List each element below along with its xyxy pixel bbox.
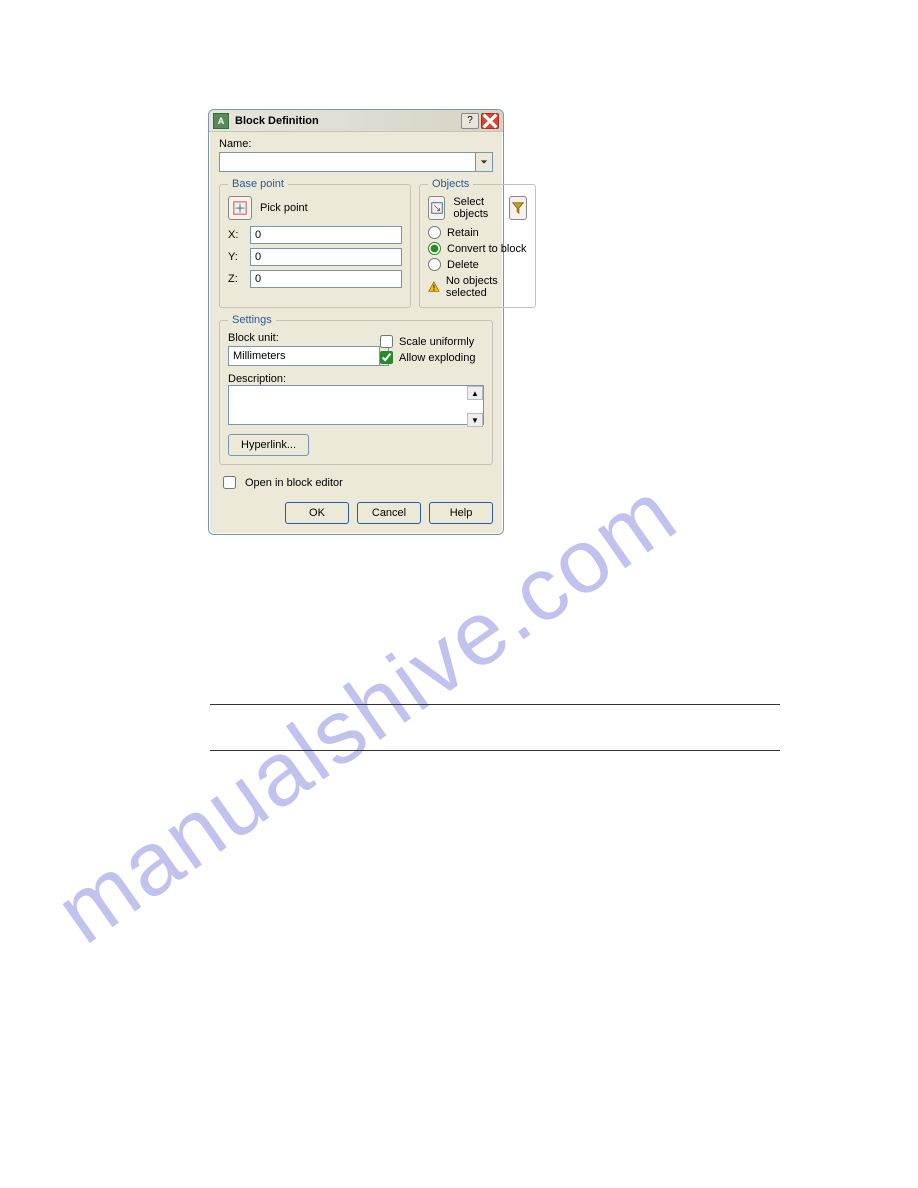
z-label: Z: (228, 273, 242, 285)
dialog-title: Block Definition (235, 115, 455, 127)
close-icon (482, 113, 498, 129)
convert-radio[interactable] (428, 242, 441, 255)
scale-uniformly-label: Scale uniformly (399, 336, 474, 348)
watermark-text: manualshive.com (39, 461, 696, 964)
select-objects-label: Select objects (453, 196, 501, 220)
page-divider (210, 750, 780, 751)
chevron-down-icon (480, 158, 488, 166)
pick-point-label: Pick point (260, 202, 308, 214)
delete-radio[interactable] (428, 258, 441, 271)
allow-exploding-checkbox[interactable] (380, 351, 393, 364)
allow-exploding-label: Allow exploding (399, 352, 475, 364)
convert-label: Convert to block (447, 243, 526, 255)
scroll-down-button[interactable]: ▼ (467, 413, 483, 427)
titlebar[interactable]: A Block Definition ? (209, 110, 503, 132)
help-button[interactable]: Help (429, 502, 493, 524)
select-icon (430, 201, 444, 215)
x-label: X: (228, 229, 242, 241)
description-textarea[interactable] (228, 385, 484, 425)
name-label: Name: (219, 138, 493, 150)
cancel-button[interactable]: Cancel (357, 502, 421, 524)
select-objects-button[interactable] (428, 196, 445, 220)
open-block-editor-label: Open in block editor (245, 477, 343, 489)
quick-select-button[interactable] (509, 196, 526, 220)
objects-group: Objects Select objects (419, 178, 536, 308)
objects-legend: Objects (428, 178, 473, 190)
retain-label: Retain (447, 227, 479, 239)
delete-label: Delete (447, 259, 479, 271)
settings-legend: Settings (228, 314, 276, 326)
y-label: Y: (228, 251, 242, 263)
settings-group: Settings Block unit: Scale uniformly (219, 314, 493, 465)
name-dropdown-button[interactable] (475, 152, 493, 172)
filter-icon (511, 201, 525, 215)
warning-icon (428, 280, 440, 294)
base-point-legend: Base point (228, 178, 288, 190)
name-combobox[interactable] (219, 152, 493, 172)
block-unit-combobox[interactable] (228, 346, 360, 366)
block-unit-input[interactable] (228, 346, 379, 366)
close-title-button[interactable] (481, 113, 499, 129)
pick-point-button[interactable] (228, 196, 252, 220)
retain-radio[interactable] (428, 226, 441, 239)
block-unit-label: Block unit: (228, 332, 360, 344)
block-definition-dialog: A Block Definition ? Name: Base point (208, 109, 504, 535)
help-title-button[interactable]: ? (461, 113, 479, 129)
scroll-up-button[interactable]: ▲ (467, 386, 483, 400)
base-point-group: Base point Pick point X: Y: (219, 178, 411, 308)
ok-button[interactable]: OK (285, 502, 349, 524)
open-block-editor-checkbox[interactable] (223, 476, 236, 489)
crosshair-icon (233, 201, 247, 215)
hyperlink-button[interactable]: Hyperlink... (228, 434, 309, 456)
page-divider (210, 704, 780, 705)
description-label: Description: (228, 373, 484, 385)
z-input[interactable] (250, 270, 402, 288)
scale-uniformly-checkbox[interactable] (380, 335, 393, 348)
app-icon: A (213, 113, 229, 129)
y-input[interactable] (250, 248, 402, 266)
x-input[interactable] (250, 226, 402, 244)
name-input[interactable] (219, 152, 475, 172)
warning-label: No objects selected (446, 275, 527, 299)
